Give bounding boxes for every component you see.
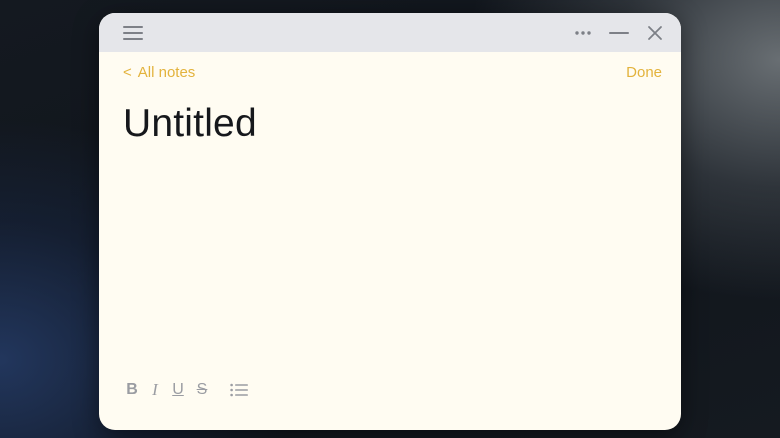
- all-notes-back-link[interactable]: < All notes: [123, 62, 195, 84]
- note-nav-bar: < All notes Done: [99, 62, 681, 84]
- bold-button[interactable]: B: [125, 377, 139, 403]
- title-bar: [99, 13, 681, 52]
- menu-icon[interactable]: [119, 13, 147, 52]
- bullet-list-icon[interactable]: [229, 377, 249, 403]
- close-icon[interactable]: [643, 13, 667, 52]
- note-title[interactable]: Untitled: [123, 101, 257, 147]
- back-chevron-icon: <: [123, 64, 132, 81]
- done-button[interactable]: Done: [626, 62, 662, 84]
- italic-button[interactable]: I: [149, 377, 161, 403]
- back-link-label: All notes: [137, 64, 196, 81]
- notes-window: < All notes Done Untitled B I U S: [99, 13, 681, 430]
- underline-button[interactable]: U: [171, 377, 185, 403]
- minimize-icon[interactable]: [605, 13, 633, 52]
- strikethrough-button[interactable]: S: [195, 377, 209, 403]
- note-body-editor[interactable]: [123, 159, 657, 359]
- format-toolbar: B I U S: [125, 377, 259, 403]
- more-icon[interactable]: [571, 13, 595, 52]
